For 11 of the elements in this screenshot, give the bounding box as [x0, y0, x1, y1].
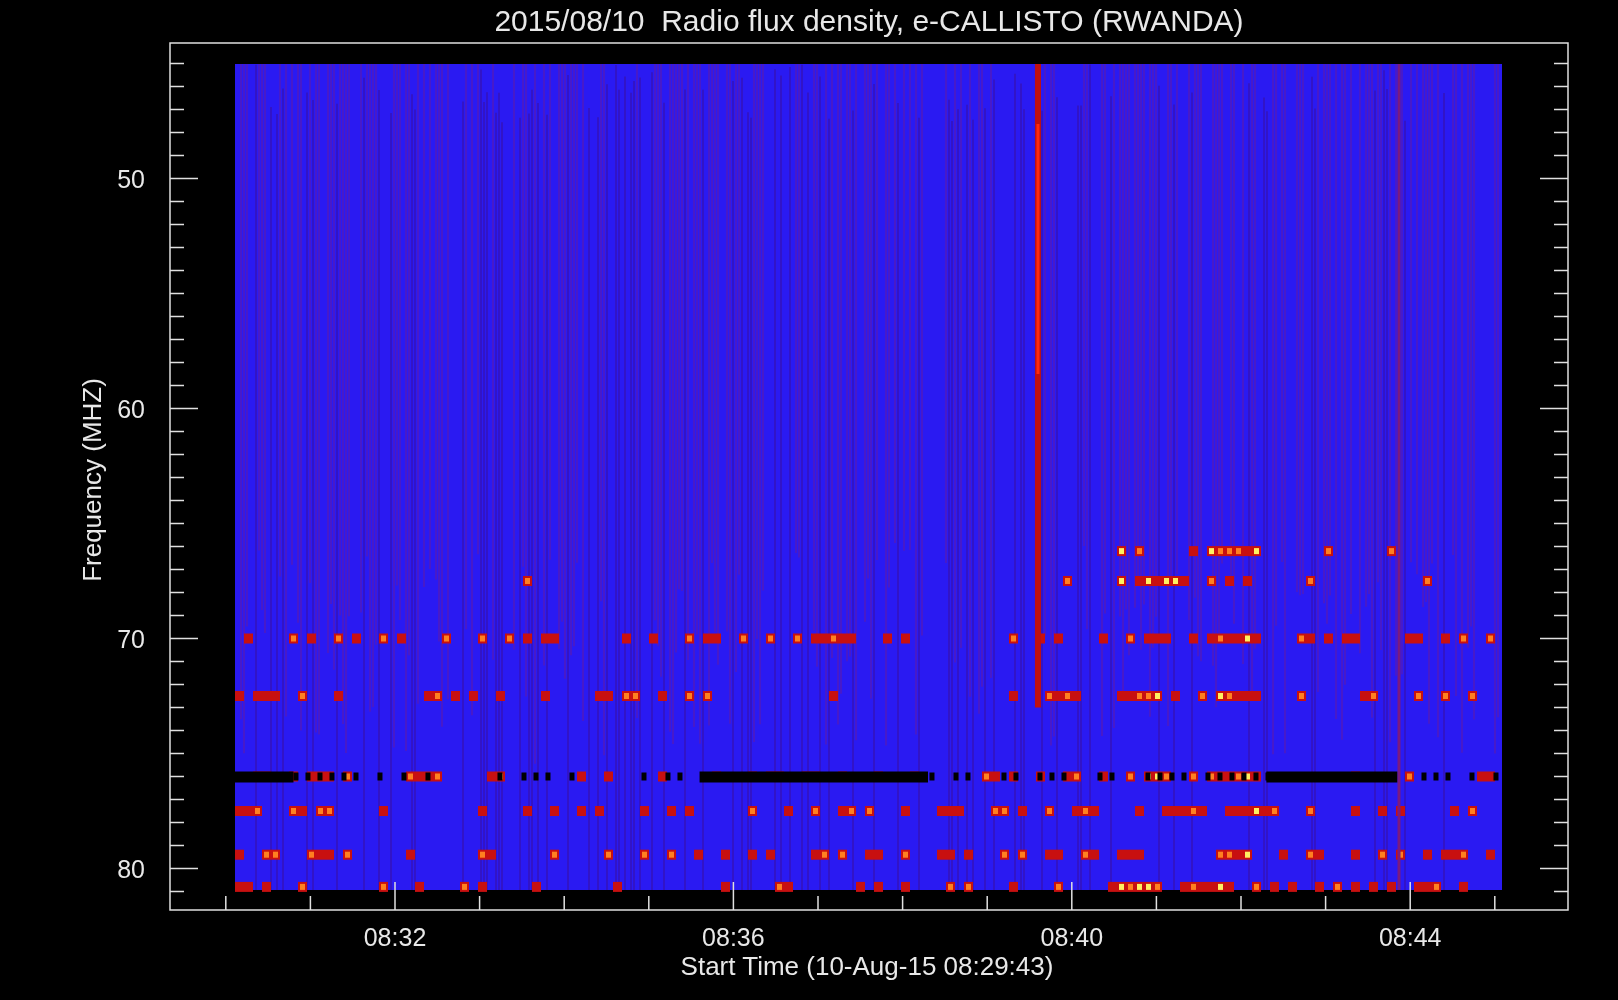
axis-label: Frequency (MHZ): [77, 378, 107, 582]
tick-label: 80: [117, 854, 145, 883]
axis-label: Start Time (10-Aug-15 08:29:43): [680, 951, 1054, 981]
tick-label: 08:44: [1378, 923, 1442, 951]
chart-title: 2015/08/10 Radio flux density, e-CALLISTO (RWANDA): [494, 4, 1244, 37]
tick-label: 08:32: [363, 923, 427, 951]
tick-label: 70: [117, 624, 145, 653]
tick-label: 50: [117, 164, 145, 193]
tick-label: 60: [117, 394, 145, 423]
tick-label: 08:36: [702, 923, 765, 951]
tick-label: 08:40: [1040, 923, 1104, 951]
